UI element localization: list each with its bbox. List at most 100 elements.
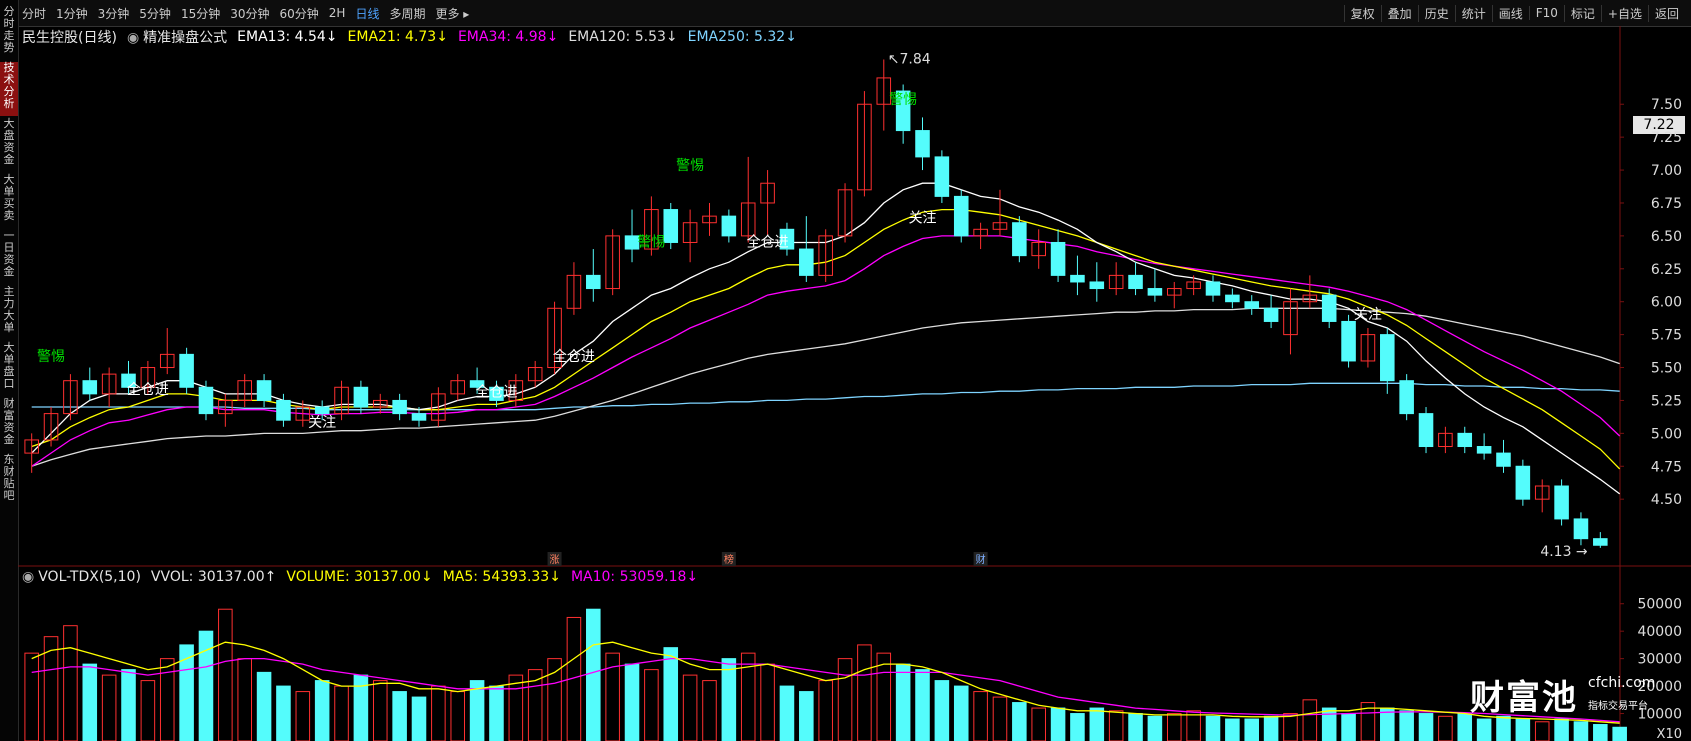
volume-bar [121, 669, 136, 741]
price-tick-label: 5.25 [1651, 393, 1682, 409]
volume-bar [1108, 710, 1124, 741]
candle-down [1012, 222, 1027, 257]
price-tick-label: 4.50 [1651, 492, 1682, 508]
candle-down [1205, 281, 1221, 296]
volume-bar [992, 696, 1008, 741]
volume-bar [895, 663, 911, 741]
volume-bar [392, 691, 407, 741]
candle-down [953, 195, 969, 237]
volume-bar [256, 671, 272, 741]
candle-down [1476, 446, 1492, 454]
volume-bar [1147, 715, 1163, 741]
volume-bar [586, 608, 601, 741]
candle-down [1341, 320, 1356, 362]
volume-bar [1050, 707, 1066, 741]
volume-bar [1554, 718, 1569, 741]
warning-signal-label: 警惕 [637, 234, 665, 250]
candle-down [1380, 334, 1395, 382]
buy-signal-label: 关注 [308, 415, 336, 431]
candle-down [256, 380, 272, 401]
price-tick-label: 6.25 [1651, 262, 1682, 278]
volume-bar [179, 644, 194, 741]
event-marker: 涨 [550, 554, 560, 566]
candle-down [1147, 288, 1163, 296]
volume-bar [1012, 702, 1027, 741]
candle-down [1418, 413, 1434, 448]
volume-bar [1438, 715, 1453, 741]
volume-bar [295, 691, 311, 741]
event-marker: 榜 [724, 553, 734, 566]
buy-signal-label: 全仓进 [475, 383, 517, 400]
watermark-brand: 财富池 [1470, 678, 1578, 718]
volume-bar [1612, 726, 1627, 741]
volume-bar [1128, 713, 1143, 741]
volume-bar [334, 685, 349, 741]
price-tick-label: 7.50 [1651, 97, 1682, 113]
volume-bar [1244, 718, 1260, 741]
price-tick-label: 7.25 [1651, 130, 1682, 146]
price-tick-label: 6.00 [1651, 295, 1682, 311]
candle-down [1593, 538, 1608, 546]
volume-bar [1166, 713, 1182, 741]
volume-bar [1399, 710, 1414, 741]
buy-signal-label: 关注 [909, 211, 937, 227]
candle-down [276, 399, 291, 421]
volume-bar [663, 647, 679, 741]
candle-down [799, 248, 814, 276]
volume-bar [218, 608, 233, 741]
buy-signal-label: 全仓进 [553, 348, 595, 365]
volume-bar [818, 680, 833, 741]
volume-bar [799, 691, 814, 741]
volume-bar [721, 658, 737, 741]
volume-bar [140, 680, 156, 741]
price-tick-label: 5.00 [1651, 426, 1682, 442]
buy-signal-label: 关注 [1354, 307, 1382, 323]
volume-bar [1070, 713, 1085, 741]
volume-bar [1341, 713, 1356, 741]
volume-bar [1496, 715, 1511, 741]
candle-down [1263, 307, 1279, 322]
volume-bar [314, 680, 330, 741]
volume-bar [198, 630, 214, 741]
volume-bar [24, 652, 39, 741]
warning-signal-label: 警惕 [676, 158, 704, 174]
candle-down [1515, 465, 1531, 500]
candle-down [1128, 274, 1143, 290]
volume-bar [1089, 707, 1105, 741]
candle-down [934, 156, 950, 197]
candle-down [1554, 485, 1569, 520]
candle-down [586, 274, 601, 290]
candle-down [411, 413, 427, 421]
volume-bar [1573, 721, 1589, 741]
candle-down [1225, 294, 1240, 303]
candle-down [1089, 281, 1105, 290]
volume-bar [411, 696, 427, 741]
candle-down [663, 209, 679, 243]
price-tick-label: 6.75 [1651, 196, 1682, 212]
volume-bar [1418, 713, 1434, 741]
watermark-url: cfchi.com [1588, 675, 1656, 691]
candle-down [82, 380, 98, 395]
volume-bar [82, 663, 98, 741]
volume-bar [159, 658, 175, 741]
volume-tick-label: 30000 [1637, 652, 1682, 668]
low-price-label: 4.13 → [1540, 544, 1588, 560]
price-tick-label: 4.75 [1651, 459, 1682, 475]
volume-bar [237, 658, 252, 741]
volume-bar [1283, 713, 1298, 741]
kline-chart[interactable]: 4.50 4.75 5.00 5.25 5.50 5.75 6.00 6.25 6.50 6.75… [0, 0, 1691, 741]
volume-bar [276, 685, 291, 741]
volume-bar [1225, 718, 1240, 741]
candle-down [1321, 294, 1337, 322]
candle-down [179, 353, 194, 388]
volume-bar [624, 663, 640, 741]
volume-bar [857, 644, 872, 741]
volume-bar [953, 685, 969, 741]
candle-down [1050, 241, 1066, 276]
volume-bar [876, 652, 892, 741]
volume-bar [101, 674, 117, 741]
volume-bar [779, 685, 795, 741]
volume-bar [1302, 699, 1318, 741]
volume-tick-label: 50000 [1637, 597, 1682, 613]
candle-down [1244, 301, 1260, 309]
